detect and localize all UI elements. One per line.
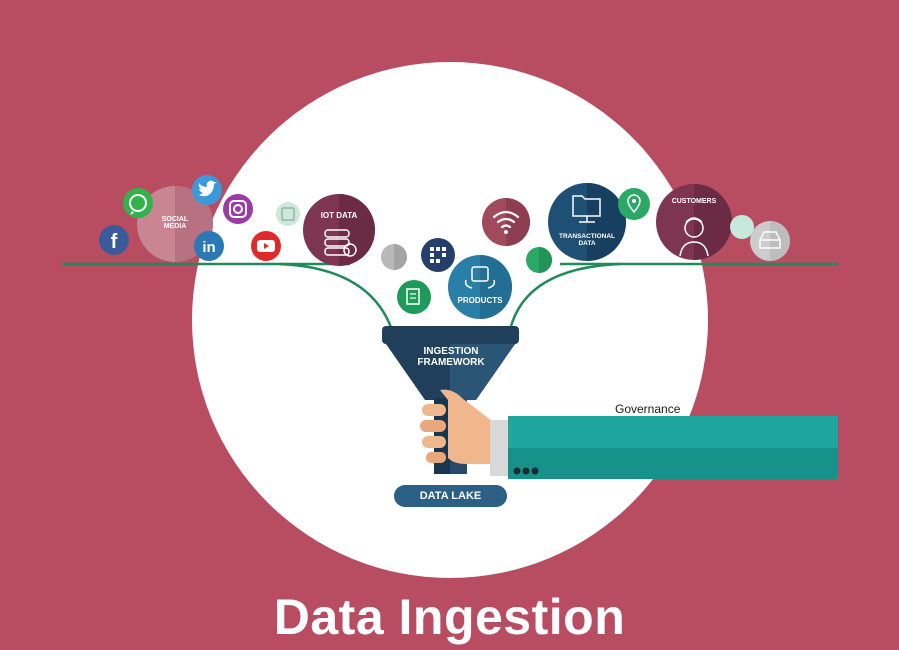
label-products: PRODUCTS xyxy=(457,296,503,305)
facebook-icon: f xyxy=(99,225,129,255)
governance-sleeve xyxy=(508,416,838,479)
green-bubble xyxy=(526,247,552,273)
inbox-icon xyxy=(750,221,790,261)
label-customers: CUSTOMERS xyxy=(671,198,717,205)
svg-text:f: f xyxy=(111,231,118,253)
wifi-icon xyxy=(482,198,530,246)
governance-label: Governance xyxy=(615,402,681,416)
svg-text:in: in xyxy=(202,239,215,256)
iot-data-bubble xyxy=(303,194,375,266)
label-iot-data: IOT DATA xyxy=(320,211,358,220)
transactional-data-bubble xyxy=(548,183,626,261)
sleeve-button xyxy=(531,467,539,475)
document-icon xyxy=(397,280,431,314)
instagram-icon xyxy=(223,194,253,224)
small-document-icon xyxy=(276,202,300,226)
label-ingestion-framework: INGESTION FRAMEWORK xyxy=(417,346,485,368)
products-bubble xyxy=(448,255,512,319)
data-lake-label: DATA LAKE xyxy=(394,485,507,507)
linkedin-icon: in xyxy=(194,231,224,261)
shirt-cuff xyxy=(490,420,510,476)
sleeve-button xyxy=(522,467,530,475)
label-transactional-data: TRANSACTIONAL DATA xyxy=(559,233,615,247)
twitter-icon xyxy=(192,175,222,205)
qr-code-icon xyxy=(421,238,455,272)
diagram-canvas: f in xyxy=(62,62,838,578)
mint-bubble xyxy=(730,215,754,239)
page-title: Data Ingestion xyxy=(273,589,626,645)
customers-bubble xyxy=(656,184,732,260)
youtube-icon xyxy=(251,231,281,261)
location-pin-icon xyxy=(618,188,650,220)
sleeve-button xyxy=(513,467,521,475)
grey-bubble xyxy=(381,244,407,270)
label-social-media: SOCIAL MEDIA xyxy=(161,216,189,231)
whatsapp-icon xyxy=(123,188,153,218)
